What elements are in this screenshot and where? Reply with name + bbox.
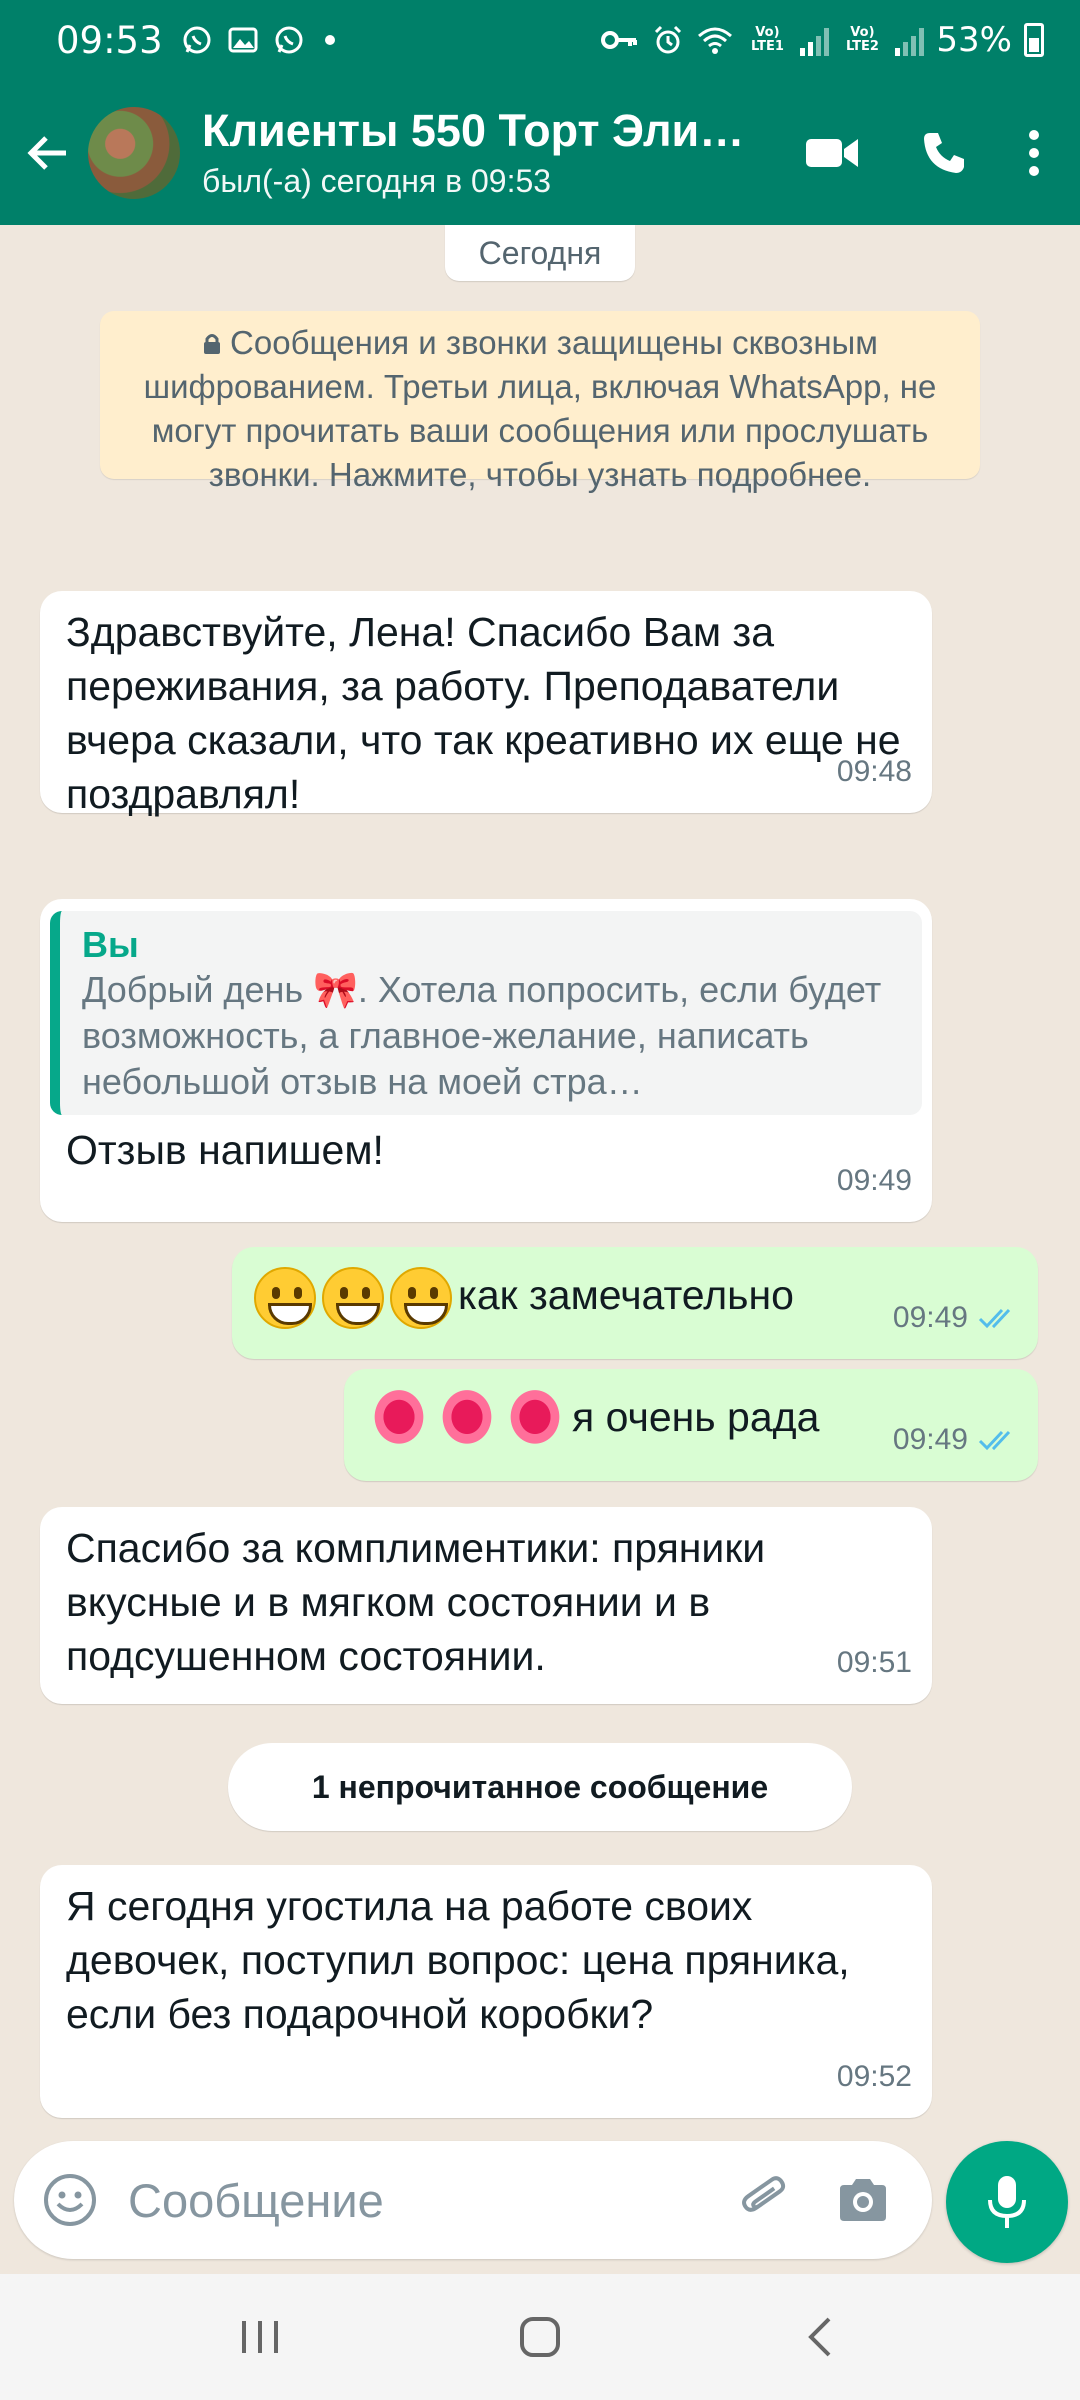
emoji-picker-icon[interactable] bbox=[42, 2172, 98, 2228]
video-call-icon[interactable] bbox=[804, 133, 860, 173]
emoji-grin-icon bbox=[322, 1267, 384, 1329]
emoji-kiss-mark-icon bbox=[436, 1389, 498, 1451]
system-back-button[interactable] bbox=[780, 2297, 860, 2377]
emoji-kiss-mark-icon bbox=[368, 1389, 430, 1451]
contact-name: Клиенты 550 Торт Эли… bbox=[202, 105, 745, 156]
home-icon bbox=[520, 2317, 560, 2357]
chat-header: Клиенты 550 Торт Эли… был(-а) сегодня в … bbox=[0, 80, 1080, 225]
lock-icon bbox=[204, 334, 221, 354]
emoji-sweat-smile-icon bbox=[254, 1267, 316, 1329]
message-bubble-incoming[interactable]: Я сегодня угостила на работе своих девоч… bbox=[40, 1865, 932, 2118]
date-chip: Сегодня bbox=[445, 225, 635, 281]
whatsapp-notification-icon-2 bbox=[275, 26, 303, 54]
contact-avatar[interactable] bbox=[88, 106, 180, 199]
message-bubble-outgoing[interactable]: я очень рада 09:49 bbox=[344, 1369, 1038, 1481]
microphone-icon bbox=[988, 2176, 1026, 2228]
voice-message-button[interactable] bbox=[946, 2141, 1068, 2263]
recents-button[interactable] bbox=[220, 2297, 300, 2377]
message-text: Я сегодня угостила на работе своих девоч… bbox=[66, 1883, 850, 2037]
camera-icon[interactable] bbox=[834, 2171, 892, 2229]
back-button[interactable] bbox=[18, 123, 78, 183]
message-bubble-incoming[interactable]: Здравствуйте, Лена! Спасибо Вам за переж… bbox=[40, 591, 932, 817]
wifi-icon bbox=[698, 27, 733, 54]
message-list[interactable]: Сегодня Сообщения и звонки защищены скво… bbox=[0, 225, 1080, 2130]
message-time: 09:48 bbox=[836, 755, 912, 788]
message-text: Здравствуйте, Лена! Спасибо Вам за переж… bbox=[66, 609, 901, 817]
message-composer bbox=[14, 2141, 932, 2259]
attach-icon[interactable] bbox=[736, 2171, 794, 2229]
recents-icon bbox=[242, 2321, 278, 2353]
key-icon bbox=[601, 31, 638, 49]
last-seen: был(-а) сегодня в 09:53 bbox=[202, 163, 552, 199]
read-receipt-icon bbox=[978, 1430, 1011, 1451]
read-receipt-icon bbox=[978, 1308, 1011, 1329]
message-time: 09:52 bbox=[836, 2060, 912, 2093]
status-time: 09:53 bbox=[56, 18, 163, 62]
home-button[interactable] bbox=[500, 2297, 580, 2377]
quoted-message[interactable]: Вы Добрый день 🎀. Хотела попросить, если… bbox=[50, 911, 922, 1115]
voice-call-icon[interactable] bbox=[920, 129, 968, 177]
message-time: 09:49 bbox=[892, 1301, 968, 1334]
alarm-icon bbox=[655, 25, 682, 54]
battery-icon bbox=[1024, 23, 1044, 57]
contact-info[interactable]: Клиенты 550 Торт Эли… был(-а) сегодня в … bbox=[202, 105, 762, 200]
quote-text: Добрый день 🎀. Хотела попросить, если бу… bbox=[82, 969, 882, 1102]
message-text: Спасибо за комплиментики: пряники вкусны… bbox=[66, 1525, 766, 1679]
quote-author: Вы bbox=[82, 924, 139, 965]
message-text: я очень рада bbox=[572, 1393, 820, 1440]
more-notifications-dot bbox=[324, 35, 335, 45]
battery-percent: 53% bbox=[936, 20, 1012, 60]
message-bubble-incoming[interactable]: Спасибо за комплиментики: пряники вкусны… bbox=[40, 1507, 932, 1704]
more-options-icon[interactable] bbox=[1028, 129, 1040, 177]
message-input[interactable] bbox=[128, 2172, 736, 2228]
message-text: Отзыв напишем! bbox=[66, 1127, 384, 1173]
signal-strength-icon bbox=[800, 24, 830, 56]
signal-strength-icon-2 bbox=[895, 24, 925, 56]
message-time: 09:51 bbox=[836, 1646, 912, 1679]
unread-messages-divider: 1 непрочитанное сообщение bbox=[228, 1743, 852, 1831]
emoji-sweat-smile-icon bbox=[390, 1267, 452, 1329]
message-bubble-incoming-reply[interactable]: Вы Добрый день 🎀. Хотела попросить, если… bbox=[40, 899, 932, 1222]
message-time: 09:49 bbox=[836, 1164, 912, 1197]
encryption-notice-text: Сообщения и звонки защищены сквозным шиф… bbox=[143, 324, 937, 493]
system-back-icon bbox=[808, 2317, 831, 2357]
message-bubble-outgoing[interactable]: как замечательно 09:49 bbox=[232, 1247, 1038, 1359]
sim1-label: Vo) LTE1 bbox=[750, 25, 784, 54]
system-navigation-bar bbox=[0, 2274, 1080, 2400]
emoji-kiss-mark-icon bbox=[504, 1389, 566, 1451]
message-text: как замечательно bbox=[458, 1271, 794, 1318]
sim2-label: Vo) LTE2 bbox=[845, 25, 879, 54]
back-arrow-icon bbox=[27, 135, 66, 170]
status-bar: 09:53 Vo) LTE1 Vo) LTE2 53% bbox=[0, 0, 1080, 80]
whatsapp-notification-icon bbox=[183, 26, 211, 54]
encryption-notice[interactable]: Сообщения и звонки защищены сквозным шиф… bbox=[100, 311, 980, 493]
gallery-notification-icon bbox=[228, 27, 258, 53]
message-time: 09:49 bbox=[892, 1423, 968, 1456]
